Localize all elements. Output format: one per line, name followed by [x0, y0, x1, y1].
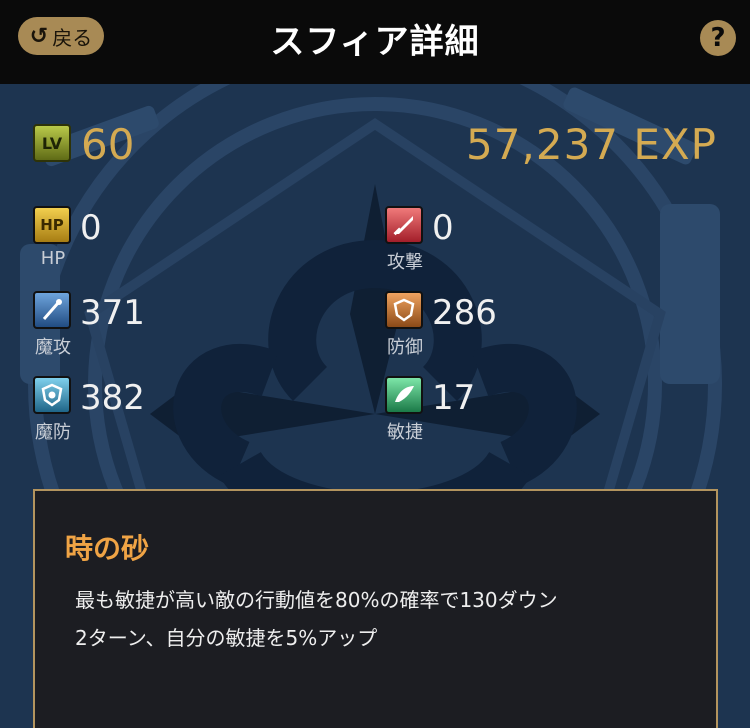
stat-hp: HP HP 0	[33, 206, 233, 278]
stat-label: 魔防	[35, 422, 71, 443]
stat-label: HP	[40, 248, 66, 269]
stat-value: 0	[80, 208, 102, 248]
sword-icon	[385, 206, 423, 244]
level-row: LV 60 57,237 EXP	[33, 120, 717, 169]
wing-icon	[385, 376, 423, 414]
stat-label: 防御	[387, 337, 423, 358]
stat-label: 敏捷	[387, 422, 423, 443]
stat-defense: 防御 286	[385, 291, 585, 363]
stat-agility: 敏捷 17	[385, 376, 585, 448]
hp-icon: HP	[33, 206, 71, 244]
level-value: 60	[81, 120, 135, 169]
stat-value: 286	[432, 293, 497, 333]
exp-value: 57,237 EXP	[466, 120, 717, 169]
shield-icon	[385, 291, 423, 329]
skill-description-line: 最も敏捷が高い敵の行動値を80%の確率で130ダウン	[75, 588, 558, 612]
stat-magic-defense: 魔防 382	[33, 376, 233, 448]
stat-label: 魔攻	[35, 337, 71, 358]
page-title: スフィア詳細	[270, 21, 480, 62]
magic-shield-icon	[33, 376, 71, 414]
skill-panel: 時の砂 最も敏捷が高い敵の行動値を80%の確率で130ダウン 2ターン、自分の敏…	[33, 489, 718, 728]
skill-description-line: 2ターン、自分の敏捷を5%アップ	[75, 626, 378, 650]
stat-value: 371	[80, 293, 145, 333]
stat-value: 0	[432, 208, 454, 248]
staff-icon	[33, 291, 71, 329]
stat-label: 攻撃	[387, 252, 423, 273]
question-icon[interactable]: ?	[700, 20, 736, 56]
header-bar: ↺ 戻る スフィア詳細 ?	[0, 0, 750, 84]
stat-magic-attack: 魔攻 371	[33, 291, 233, 363]
stat-attack: 攻撃 0	[385, 206, 585, 278]
level-badge: LV	[33, 124, 71, 162]
skill-name: 時の砂	[65, 532, 150, 565]
stat-value: 17	[432, 378, 476, 418]
skill-description: 最も敏捷が高い敵の行動値を80%の確率で130ダウン 2ターン、自分の敏捷を5%…	[75, 581, 558, 657]
stat-value: 382	[80, 378, 145, 418]
